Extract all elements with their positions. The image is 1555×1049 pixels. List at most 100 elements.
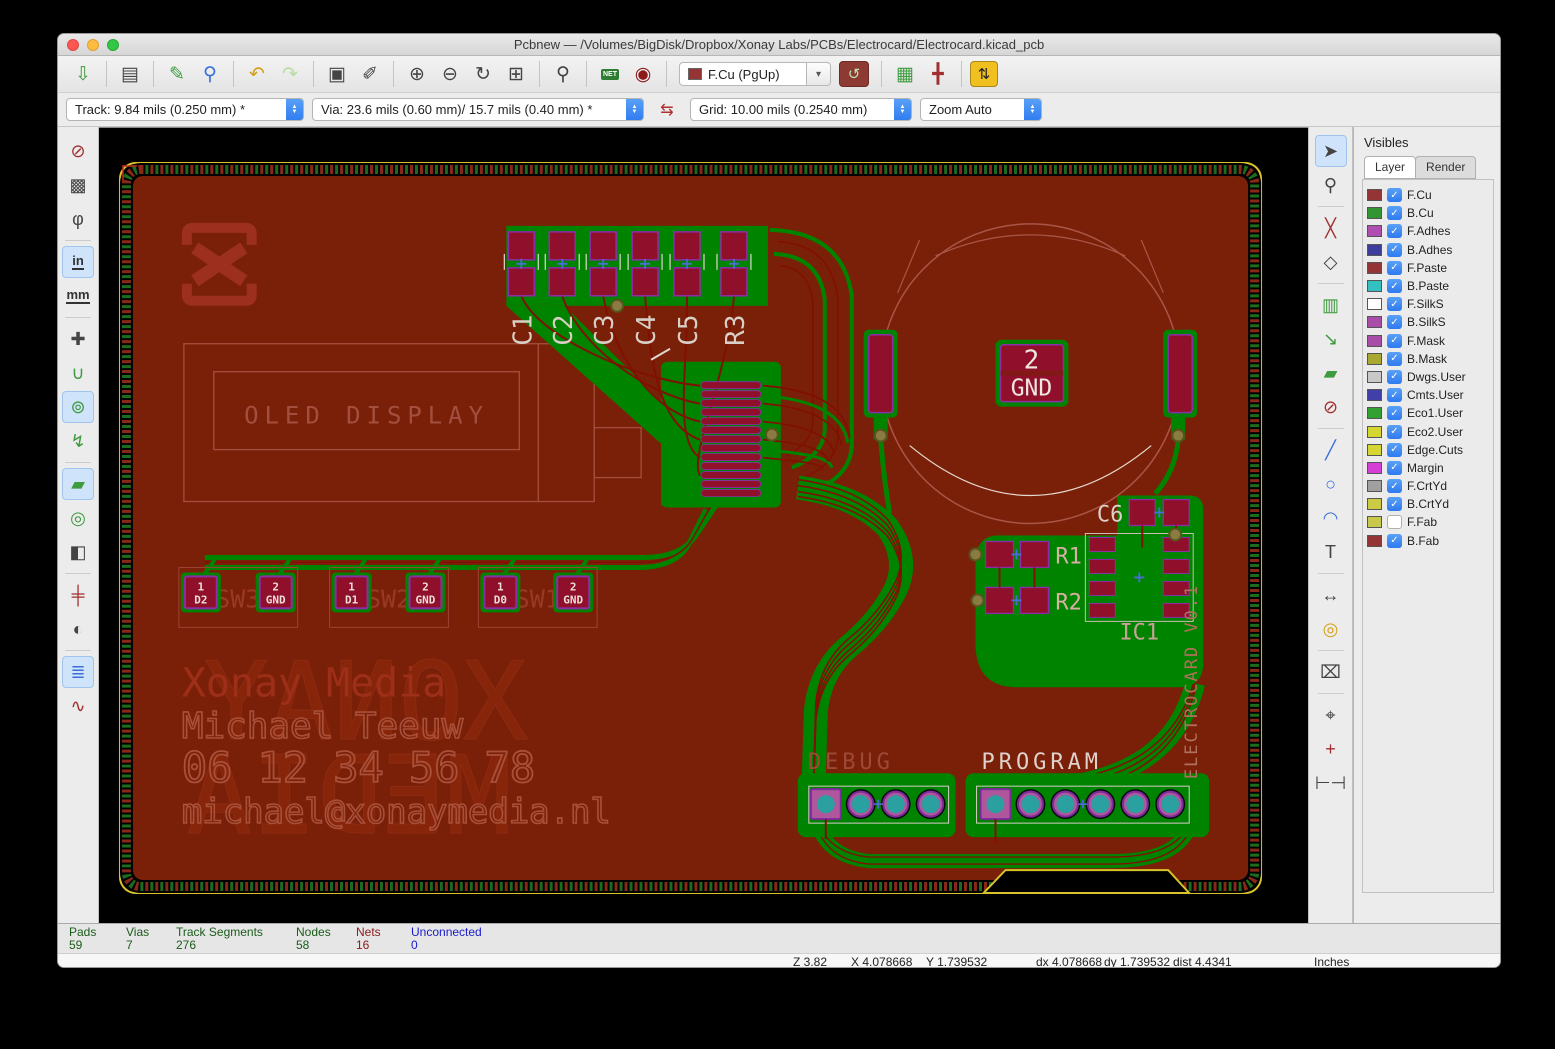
layer-color-swatch[interactable] bbox=[1367, 498, 1382, 510]
grid-visibility-button[interactable]: ▩ bbox=[62, 169, 94, 201]
plot-button[interactable]: ✐ bbox=[355, 60, 385, 88]
add-zone-button[interactable]: ▰ bbox=[1315, 357, 1347, 389]
add-target-button[interactable]: ◎ bbox=[1315, 613, 1347, 645]
autoroute-button[interactable]: ⇅ bbox=[970, 61, 998, 87]
layer-checkbox[interactable] bbox=[1387, 461, 1402, 475]
layer-color-swatch[interactable] bbox=[1367, 407, 1382, 419]
layer-checkbox[interactable] bbox=[1387, 479, 1402, 493]
high-contrast-button[interactable]: ◐ bbox=[62, 613, 94, 645]
drill-origin-button[interactable]: ⌖ bbox=[1315, 699, 1347, 731]
undo-button[interactable]: ↶ bbox=[242, 60, 272, 88]
titlebar[interactable]: Pcbnew — /Volumes/BigDisk/Dropbox/Xonay … bbox=[58, 34, 1500, 56]
add-graphic-line-button[interactable]: ╱ bbox=[1315, 434, 1347, 466]
layer-color-swatch[interactable] bbox=[1367, 335, 1382, 347]
print-button[interactable]: ▣ bbox=[322, 60, 352, 88]
delete-tool-button[interactable]: ⌧ bbox=[1315, 656, 1347, 688]
select-footprint-button[interactable]: ◇ bbox=[1315, 246, 1347, 278]
layer-checkbox[interactable] bbox=[1387, 243, 1402, 257]
footprint-browser-button[interactable]: ⚲ bbox=[195, 60, 225, 88]
footprint-mode-button[interactable]: ▦ bbox=[890, 60, 920, 88]
netlist-button[interactable]: NET bbox=[595, 60, 625, 88]
layer-color-swatch[interactable] bbox=[1367, 516, 1382, 528]
add-dimension-button[interactable]: ↔ bbox=[1315, 579, 1347, 611]
measure-tool-button[interactable]: ⊢⊣ bbox=[1315, 767, 1347, 799]
layer-checkbox[interactable] bbox=[1387, 515, 1402, 529]
layer-checkbox[interactable] bbox=[1387, 443, 1402, 457]
layer-checkbox[interactable] bbox=[1387, 352, 1402, 366]
layers-manager-button[interactable]: ≣ bbox=[62, 656, 94, 688]
show-zones-button[interactable]: ▰ bbox=[62, 468, 94, 500]
zoom-window-button[interactable] bbox=[107, 39, 119, 51]
layer-pair-toggle-button[interactable]: ↺ bbox=[839, 61, 869, 87]
layer-checkbox[interactable] bbox=[1387, 497, 1402, 511]
layer-checkbox[interactable] bbox=[1387, 425, 1402, 439]
minimize-window-button[interactable] bbox=[87, 39, 99, 51]
tab-layer[interactable]: Layer bbox=[1364, 156, 1416, 179]
units-mm-button[interactable]: mm bbox=[62, 280, 94, 312]
polar-coords-button[interactable]: φ bbox=[62, 203, 94, 235]
layer-color-swatch[interactable] bbox=[1367, 535, 1382, 547]
track-width-select[interactable]: Track: 9.84 mils (0.250 mm) * ▲▼ bbox=[66, 98, 304, 121]
layer-checkbox[interactable] bbox=[1387, 224, 1402, 238]
zoom-fit-button[interactable]: ⊞ bbox=[501, 60, 531, 88]
add-text-button[interactable]: T bbox=[1315, 536, 1347, 568]
tab-render[interactable]: Render bbox=[1415, 156, 1476, 179]
add-graphic-circle-button[interactable]: ○ bbox=[1315, 468, 1347, 500]
layer-color-swatch[interactable] bbox=[1367, 353, 1382, 365]
layer-color-swatch[interactable] bbox=[1367, 316, 1382, 328]
vias-sketch-button[interactable]: ◎ bbox=[62, 502, 94, 534]
redraw-button[interactable]: ↻ bbox=[468, 60, 498, 88]
pcb-canvas[interactable]: XONAY MEDIA OLED DISPLAY bbox=[99, 127, 1308, 923]
layer-checkbox[interactable] bbox=[1387, 261, 1402, 275]
microwave-tools-button[interactable]: ∿ bbox=[62, 690, 94, 722]
layer-color-swatch[interactable] bbox=[1367, 280, 1382, 292]
layer-color-swatch[interactable] bbox=[1367, 207, 1382, 219]
ratsnest-button[interactable]: ∪ bbox=[62, 357, 94, 389]
layer-checkbox[interactable] bbox=[1387, 388, 1402, 402]
layer-checkbox[interactable] bbox=[1387, 188, 1402, 202]
select-tool-button[interactable]: ➤ bbox=[1315, 135, 1347, 167]
grid-select[interactable]: Grid: 10.00 mils (0.2540 mm) ▲▼ bbox=[690, 98, 912, 121]
save-button[interactable]: ⇩ bbox=[68, 60, 98, 88]
find-button[interactable]: ⚲ bbox=[548, 60, 578, 88]
layer-checkbox[interactable] bbox=[1387, 370, 1402, 384]
layer-color-swatch[interactable] bbox=[1367, 389, 1382, 401]
layer-color-swatch[interactable] bbox=[1367, 462, 1382, 474]
via-size-select[interactable]: Via: 23.6 mils (0.60 mm)/ 15.7 mils (0.4… bbox=[312, 98, 644, 121]
auto-delete-track-button[interactable]: ↯ bbox=[62, 425, 94, 457]
units-inches-button[interactable]: in bbox=[62, 246, 94, 278]
grid-origin-button[interactable]: + bbox=[1315, 733, 1347, 765]
track-mode-button[interactable]: ╋ bbox=[923, 60, 953, 88]
layer-selector[interactable]: F.Cu (PgUp) bbox=[679, 62, 807, 86]
local-ratsnest-button[interactable]: ╳ bbox=[1315, 212, 1347, 244]
layer-checkbox[interactable] bbox=[1387, 206, 1402, 220]
layer-color-swatch[interactable] bbox=[1367, 426, 1382, 438]
highlight-net-button[interactable]: ⚲ bbox=[1315, 169, 1347, 201]
layer-checkbox[interactable] bbox=[1387, 534, 1402, 548]
zoom-out-button[interactable]: ⊖ bbox=[435, 60, 465, 88]
layer-selector-dropdown-button[interactable]: ▾ bbox=[807, 62, 831, 86]
drc-off-button[interactable]: ⊘ bbox=[62, 135, 94, 167]
layer-color-swatch[interactable] bbox=[1367, 189, 1382, 201]
close-window-button[interactable] bbox=[67, 39, 79, 51]
layer-color-swatch[interactable] bbox=[1367, 444, 1382, 456]
layer-checkbox[interactable] bbox=[1387, 297, 1402, 311]
layer-color-swatch[interactable] bbox=[1367, 298, 1382, 310]
layer-color-swatch[interactable] bbox=[1367, 371, 1382, 383]
drc-button[interactable]: ◉ bbox=[628, 60, 658, 88]
layer-color-swatch[interactable] bbox=[1367, 244, 1382, 256]
layer-color-swatch[interactable] bbox=[1367, 480, 1382, 492]
add-track-button[interactable]: ↘ bbox=[1315, 323, 1347, 355]
layer-checkbox[interactable] bbox=[1387, 406, 1402, 420]
layer-color-swatch[interactable] bbox=[1367, 225, 1382, 237]
add-graphic-arc-button[interactable]: ◠ bbox=[1315, 502, 1347, 534]
layer-checkbox[interactable] bbox=[1387, 334, 1402, 348]
add-keepout-button[interactable]: ⊘ bbox=[1315, 391, 1347, 423]
layer-checkbox[interactable] bbox=[1387, 279, 1402, 293]
add-footprint-button[interactable]: ▥ bbox=[1315, 289, 1347, 321]
module-ratsnest-button[interactable]: ⊚ bbox=[62, 391, 94, 423]
redo-button[interactable]: ↷ bbox=[275, 60, 305, 88]
diff-pair-button[interactable]: ⇆ bbox=[652, 97, 682, 123]
cursor-shape-button[interactable]: ✚ bbox=[62, 323, 94, 355]
layer-color-swatch[interactable] bbox=[1367, 262, 1382, 274]
